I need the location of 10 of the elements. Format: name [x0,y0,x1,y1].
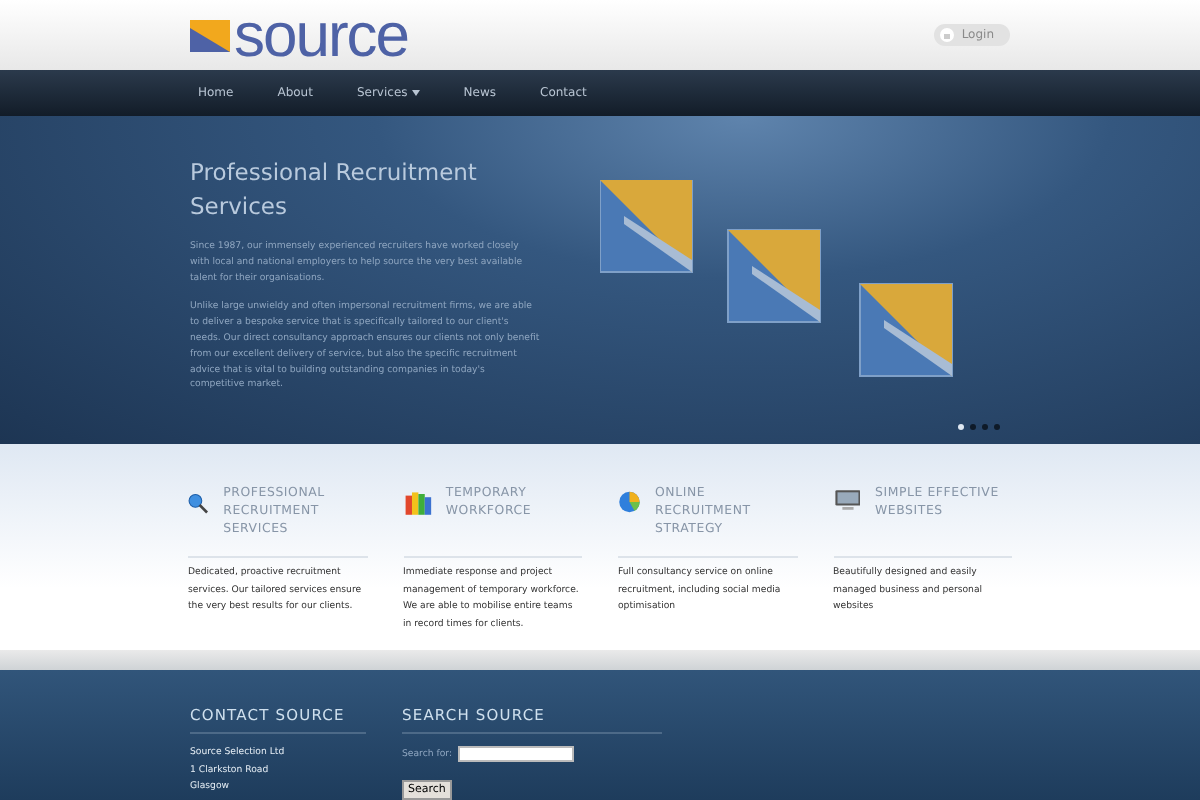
logo-text: source [234,5,409,65]
lock-icon [939,28,954,42]
slide-dot[interactable] [958,424,964,430]
monitor-icon [833,484,861,516]
search-field[interactable] [458,746,575,762]
slide-dot[interactable] [994,424,1000,430]
slide-dot[interactable] [970,424,976,430]
slide-dot[interactable] [982,424,988,430]
hero-title: Professional Recruitment Services [190,156,479,224]
logo-icon [190,19,230,51]
